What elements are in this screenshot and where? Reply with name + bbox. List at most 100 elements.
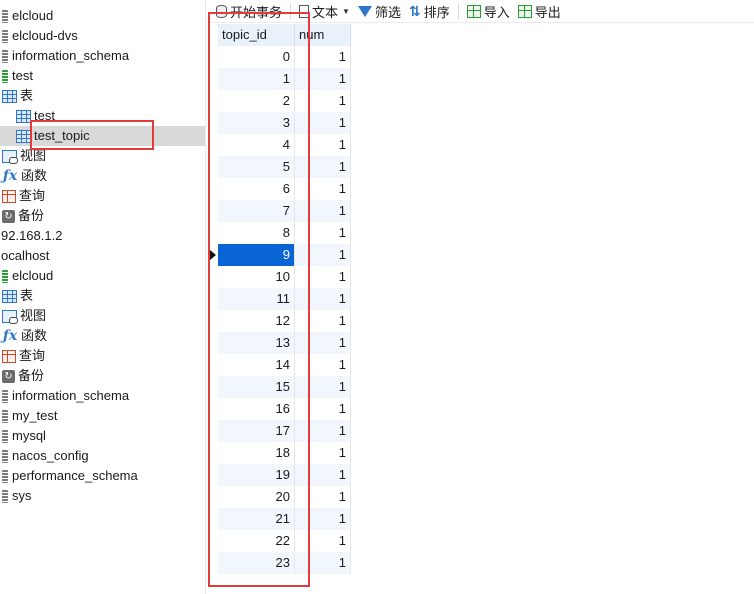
table-cell[interactable]: 1 <box>218 68 295 90</box>
table-cell[interactable]: 23 <box>218 552 295 574</box>
table-cell[interactable]: 14 <box>218 354 295 376</box>
navigator-item[interactable]: sys <box>2 486 205 506</box>
table-cell[interactable]: 1 <box>295 552 351 574</box>
table-cell[interactable]: 1 <box>295 68 351 90</box>
table-cell[interactable]: 15 <box>218 376 295 398</box>
table-cell[interactable]: 10 <box>218 266 295 288</box>
sort-button[interactable]: ⇅ 排序 <box>405 0 454 22</box>
table-cell[interactable]: 21 <box>218 508 295 530</box>
navigator-item[interactable]: mysql <box>2 426 205 446</box>
table-cell[interactable]: 13 <box>218 332 295 354</box>
filter-button[interactable]: 筛选 <box>354 0 405 22</box>
navigator-item-label: 表 <box>20 288 34 303</box>
sort-icon: ⇅ <box>408 2 421 19</box>
table-cell[interactable]: 1 <box>295 376 351 398</box>
navigator-item[interactable]: test_topic <box>0 126 205 146</box>
navigator-item-label: test <box>12 68 33 83</box>
table-cell[interactable]: 1 <box>295 90 351 112</box>
navigator-item[interactable]: nacos_config <box>2 446 205 466</box>
dropdown-arrow-icon[interactable]: ▼ <box>342 7 350 16</box>
table-cell[interactable]: 2 <box>218 90 295 112</box>
table-cell[interactable]: 1 <box>295 420 351 442</box>
database-open-icon <box>2 69 8 83</box>
table-cell[interactable]: 1 <box>295 530 351 552</box>
table-cell[interactable]: 5 <box>218 156 295 178</box>
toolbar-divider <box>290 3 292 19</box>
navigator-item[interactable]: ocalhost <box>0 246 205 266</box>
navigator-item[interactable]: elcloud <box>2 266 205 286</box>
table-cell[interactable]: 9 <box>218 244 295 266</box>
table-cell[interactable]: 0 <box>218 46 295 68</box>
table-cell[interactable]: 1 <box>295 134 351 156</box>
table-cell[interactable]: 1 <box>295 288 351 310</box>
navigator-item[interactable]: ↻ 备份 <box>2 206 205 226</box>
export-icon <box>517 4 532 18</box>
table-cell[interactable]: 1 <box>295 46 351 68</box>
navigator-item[interactable]: 表 <box>2 286 205 306</box>
table-cell[interactable]: 19 <box>218 464 295 486</box>
navigator-item[interactable]: elcloud-dvs <box>2 26 205 46</box>
navigator-item-label: 查询 <box>19 188 46 203</box>
navigator-item-label: information_schema <box>12 388 130 403</box>
navigator-item[interactable]: 视图 <box>2 306 205 326</box>
table-cell[interactable]: 1 <box>295 332 351 354</box>
text-button[interactable]: 文本 ▼ <box>295 0 354 22</box>
column-header-num[interactable]: num <box>295 24 351 46</box>
navigator-item-label: my_test <box>12 408 58 423</box>
export-label: 导出 <box>534 4 561 20</box>
table-cell[interactable]: 3 <box>218 112 295 134</box>
table-cell[interactable]: 12 <box>218 310 295 332</box>
table-cell[interactable]: 20 <box>218 486 295 508</box>
table-cell[interactable]: 1 <box>295 398 351 420</box>
navigator-item-label: elcloud <box>12 268 54 283</box>
navigator-item[interactable]: 查询 <box>2 346 205 366</box>
table-cell[interactable]: 1 <box>295 156 351 178</box>
navigator-item[interactable]: elcloud <box>2 6 205 26</box>
table-cell[interactable]: 22 <box>218 530 295 552</box>
table-icon <box>16 129 31 143</box>
table-cell[interactable]: 7 <box>218 200 295 222</box>
table-cell[interactable]: 16 <box>218 398 295 420</box>
database-icon <box>216 4 227 18</box>
table-cell[interactable]: 8 <box>218 222 295 244</box>
table-cell[interactable]: 4 <box>218 134 295 156</box>
navigator-item[interactable]: ↻ 备份 <box>2 366 205 386</box>
navigator-item[interactable]: 92.168.1.2 <box>0 226 205 246</box>
table-cell[interactable]: 1 <box>295 266 351 288</box>
table-cell[interactable]: 6 <box>218 178 295 200</box>
table-cell[interactable]: 1 <box>295 310 351 332</box>
navigator-item[interactable]: ƒx 函数 <box>2 166 205 186</box>
function-icon: ƒx <box>2 168 18 184</box>
column-header-topic-id[interactable]: topic_id <box>218 24 295 46</box>
query-icon <box>2 189 16 203</box>
table-cell[interactable]: 1 <box>295 486 351 508</box>
table-cell[interactable]: 1 <box>295 200 351 222</box>
table-cell[interactable]: 1 <box>295 178 351 200</box>
navigator-item[interactable]: ƒx 函数 <box>2 326 205 346</box>
navigator-item[interactable]: 视图 <box>2 146 205 166</box>
import-button[interactable]: 导入 <box>463 0 514 22</box>
table-cell[interactable]: 1 <box>295 222 351 244</box>
table-cell[interactable]: 1 <box>295 112 351 134</box>
navigator-item[interactable]: information_schema <box>2 46 205 66</box>
begin-transaction-button[interactable]: 开始事务 <box>212 0 286 22</box>
navigator-item[interactable]: my_test <box>2 406 205 426</box>
navigator-item[interactable]: information_schema <box>2 386 205 406</box>
table-cell[interactable]: 1 <box>295 442 351 464</box>
table-cell[interactable]: 11 <box>218 288 295 310</box>
navigator-item[interactable]: 查询 <box>2 186 205 206</box>
table-cell[interactable]: 18 <box>218 442 295 464</box>
table-cell[interactable]: 1 <box>295 508 351 530</box>
navigator-item-label: mysql <box>12 428 46 443</box>
filter-icon <box>357 5 372 17</box>
table-cell[interactable]: 17 <box>218 420 295 442</box>
export-button[interactable]: 导出 <box>514 0 565 22</box>
database-icon <box>2 49 8 63</box>
navigator-item[interactable]: performance_schema <box>2 466 205 486</box>
navigator-item[interactable]: 表 <box>2 86 205 106</box>
navigator-item[interactable]: test <box>2 66 205 86</box>
navigator-item[interactable]: test <box>16 106 205 126</box>
table-cell[interactable]: 1 <box>295 244 351 266</box>
table-cell[interactable]: 1 <box>295 464 351 486</box>
table-cell[interactable]: 1 <box>295 354 351 376</box>
